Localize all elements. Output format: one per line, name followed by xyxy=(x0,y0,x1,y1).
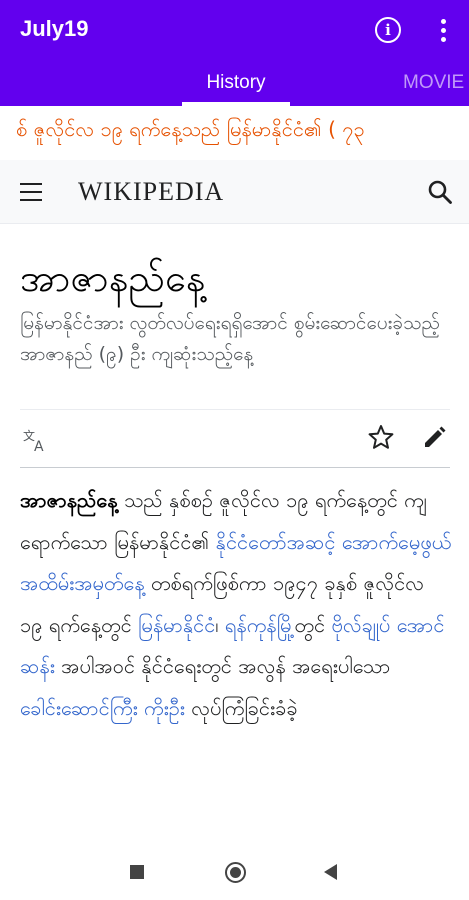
page-description: မြန်မာနိုင်ငံအား လွတ်လပ်ရေးရရှိအောင် စွမ… xyxy=(20,312,440,365)
divider xyxy=(20,409,450,410)
app-title: July19 xyxy=(20,16,89,41)
body-text: အပါအဝင် နိုင်ငံရေးတွင် အလွန် အရေးပါသော xyxy=(54,654,391,678)
bold-term: အာဇာနည်နေ့ xyxy=(20,488,118,512)
divider xyxy=(20,467,450,468)
info-icon[interactable]: i xyxy=(375,17,401,43)
article-content: အာဇာနည်နေ့ မြန်မာနိုင်ငံအား လွတ်လပ်ရေးရရ… xyxy=(0,224,469,846)
marquee-ticker: စ် ဇူလိုင်လ ၁၉ ရက်နေ့သည် မြန်မာနိုင်ငံ၏ … xyxy=(0,106,469,154)
star-icon[interactable] xyxy=(368,424,394,450)
system-nav-bar xyxy=(0,846,469,900)
link-yangon[interactable]: ရန်ကုန်မြို့ xyxy=(225,613,295,637)
link-nine-leaders[interactable]: ခေါင်းဆောင်ကြီး ကိုးဦး xyxy=(20,696,185,720)
wikipedia-header: WIKIPEDIA xyxy=(0,160,469,224)
body-text: ၊ xyxy=(215,612,225,637)
tab-movie[interactable]: MOVIE xyxy=(403,72,464,94)
tab-history[interactable]: History xyxy=(182,72,290,94)
body-text: တွင် xyxy=(294,612,332,637)
page-title: အာဇာနည်နေ့ xyxy=(20,256,206,300)
hamburger-menu-icon[interactable] xyxy=(20,182,42,202)
more-vert-icon[interactable] xyxy=(433,16,453,46)
language-icon[interactable]: 文 A xyxy=(22,426,50,454)
wikipedia-wordmark[interactable]: WIKIPEDIA xyxy=(78,177,224,207)
recents-icon[interactable] xyxy=(130,865,144,879)
body-text: လုပ်ကြံခြင်းခံခဲ့ xyxy=(184,695,298,720)
tab-bar: History MOVIE xyxy=(0,62,469,106)
link-myanmar[interactable]: မြန်မာနိုင်ငံ xyxy=(138,613,215,637)
pencil-icon[interactable] xyxy=(422,424,448,450)
ticker-text: စ် ဇူလိုင်လ ၁၉ ရက်နေ့သည် မြန်မာနိုင်ငံ၏ … xyxy=(16,117,365,141)
article-body: အာဇာနည်နေ့ သည် နှစ်စဉ် ဇူလိုင်လ ၁၉ ရက်နေ… xyxy=(20,480,452,729)
search-icon[interactable] xyxy=(427,179,453,205)
app-bar: July19 i xyxy=(0,0,469,62)
home-icon[interactable] xyxy=(225,862,246,883)
back-icon[interactable] xyxy=(324,864,337,880)
page-actions: 文 A xyxy=(0,420,469,464)
svg-text:A: A xyxy=(34,439,44,454)
